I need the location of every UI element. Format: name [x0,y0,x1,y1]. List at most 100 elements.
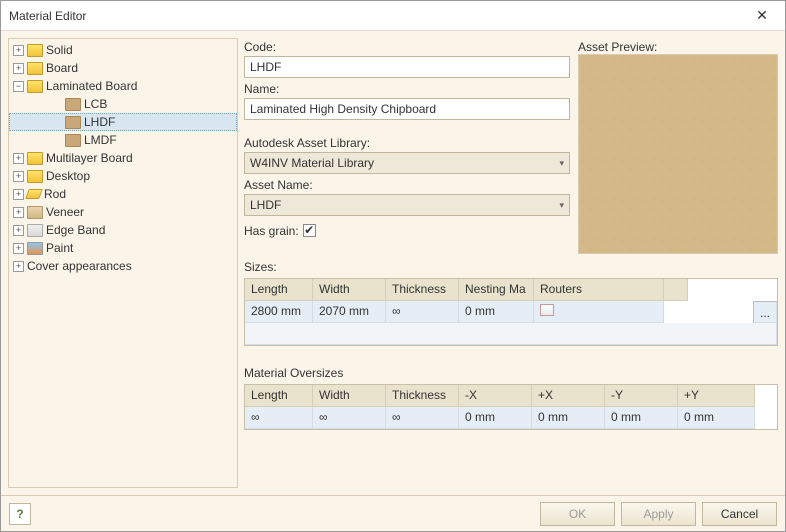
tree-item-label: Cover appearances [27,259,132,273]
oversizes-cell[interactable]: ∞ [313,407,386,429]
help-button[interactable]: ? [9,503,31,525]
folder-icon [25,189,43,199]
expand-icon[interactable]: + [13,189,24,200]
sizes-header[interactable]: Length [245,279,313,301]
oversizes-cell[interactable]: ∞ [386,407,459,429]
sizes-header[interactable]: Routers [534,279,664,301]
sizes-title: Sizes: [244,260,778,274]
expand-placeholder [32,117,43,128]
tree-item-label: Edge Band [46,223,105,237]
sizes-cell[interactable]: 2800 mm [245,301,313,323]
expand-icon[interactable]: + [13,207,24,218]
expand-icon[interactable]: + [13,153,24,164]
expand-icon[interactable]: + [13,45,24,56]
expand-placeholder [32,99,43,110]
tree-item-label: Multilayer Board [46,151,133,165]
folder-icon [27,62,43,75]
tree-item-lcb[interactable]: LCB [9,95,237,113]
material-tree[interactable]: + Solid + Board −Laminated Board LCB LHDF LMDF +… [8,38,238,488]
titlebar: Material Editor ✕ [1,1,785,31]
tree-item-label: LHDF [84,115,115,129]
sizes-header[interactable]: Width [313,279,386,301]
oversizes-title: Material Oversizes [244,366,778,380]
tree-item-paint[interactable]: + Paint [9,239,237,257]
sizes-more-button[interactable]: ... [753,301,777,323]
chevron-down-icon: ▾ [559,200,564,211]
asset-library-label: Autodesk Asset Library: [244,136,570,150]
folder-icon [27,224,43,237]
asset-preview-label: Asset Preview: [578,40,778,54]
folder-icon [65,134,81,147]
tree-item-desktop[interactable]: +Desktop [9,167,237,185]
name-label: Name: [244,82,570,96]
asset-name-value: LHDF [250,198,281,212]
footer: ? OK Apply Cancel [1,495,785,531]
tree-item-label: Paint [46,241,73,255]
oversizes-cell[interactable]: ∞ [245,407,313,429]
asset-library-value: W4INV Material Library [250,156,374,170]
tree-item-edge-band[interactable]: + Edge Band [9,221,237,239]
sizes-cell[interactable]: 2070 mm [313,301,386,323]
expand-icon[interactable]: + [13,261,24,272]
ok-button[interactable]: OK [540,502,615,526]
oversizes-header[interactable]: Length [245,385,313,407]
expand-placeholder [32,135,43,146]
oversizes-header[interactable]: Thickness [386,385,459,407]
tree-item-rod[interactable]: + Rod [9,185,237,203]
sizes-header[interactable]: Thickness [386,279,459,301]
tree-item-label: Solid [46,43,73,57]
expand-icon[interactable]: + [13,63,24,74]
has-grain-checkbox[interactable]: ✔ [303,224,316,237]
folder-icon [27,80,43,93]
tree-item-lmdf[interactable]: LMDF [9,131,237,149]
sizes-cell[interactable]: 0 mm [459,301,534,323]
oversizes-cell[interactable]: 0 mm [605,407,678,429]
code-input[interactable] [244,56,570,78]
tree-item-laminated-board[interactable]: −Laminated Board [9,77,237,95]
cancel-button[interactable]: Cancel [702,502,777,526]
asset-preview-image [578,54,778,254]
folder-icon [27,44,43,57]
name-input[interactable] [244,98,570,120]
window-title: Material Editor [9,9,747,23]
tree-item-label: Rod [44,187,66,201]
asset-library-select[interactable]: W4INV Material Library ▾ [244,152,570,174]
folder-icon [27,152,43,165]
expand-icon[interactable]: + [13,171,24,182]
oversizes-cell[interactable]: 0 mm [532,407,605,429]
oversizes-cell[interactable]: 0 mm [678,407,755,429]
oversizes-cell[interactable]: 0 mm [459,407,532,429]
tree-item-veneer[interactable]: + Veneer [9,203,237,221]
expand-icon[interactable]: + [13,225,24,236]
collapse-icon[interactable]: − [13,81,24,92]
sizes-header[interactable]: Nesting Ma [459,279,534,301]
tree-item-multilayer-board[interactable]: + Multilayer Board [9,149,237,167]
material-editor-window: Material Editor ✕ + Solid + Board −Laminated… [0,0,786,532]
oversizes-header[interactable]: +Y [678,385,755,407]
tree-item-label: LMDF [84,133,117,147]
oversizes-header[interactable]: -X [459,385,532,407]
tree-item-solid[interactable]: + Solid [9,41,237,59]
folder-icon [65,98,81,111]
tree-item-label: Board [46,61,78,75]
oversizes-header[interactable]: Width [313,385,386,407]
sizes-cell[interactable] [534,301,664,323]
tree-item-label: Veneer [46,205,84,219]
expand-icon[interactable]: + [13,243,24,254]
sizes-cell[interactable]: ∞ [386,301,459,323]
body: + Solid + Board −Laminated Board LCB LHDF LMDF +… [1,31,785,495]
close-icon[interactable]: ✕ [747,7,777,24]
sizes-grid: LengthWidthThicknessNesting MaRouters 28… [244,278,778,346]
sizes-header[interactable] [664,279,688,301]
oversizes-header[interactable]: -Y [605,385,678,407]
tree-item-lhdf[interactable]: LHDF [9,113,237,131]
folder-icon [65,116,81,129]
oversizes-header[interactable]: +X [532,385,605,407]
tree-item-cover-appearances[interactable]: +Cover appearances [9,257,237,275]
tree-item-board[interactable]: + Board [9,59,237,77]
tree-item-label: LCB [84,97,107,111]
folder-icon [27,242,43,255]
apply-button[interactable]: Apply [621,502,696,526]
folder-icon [27,206,43,219]
asset-name-select[interactable]: LHDF ▾ [244,194,570,216]
